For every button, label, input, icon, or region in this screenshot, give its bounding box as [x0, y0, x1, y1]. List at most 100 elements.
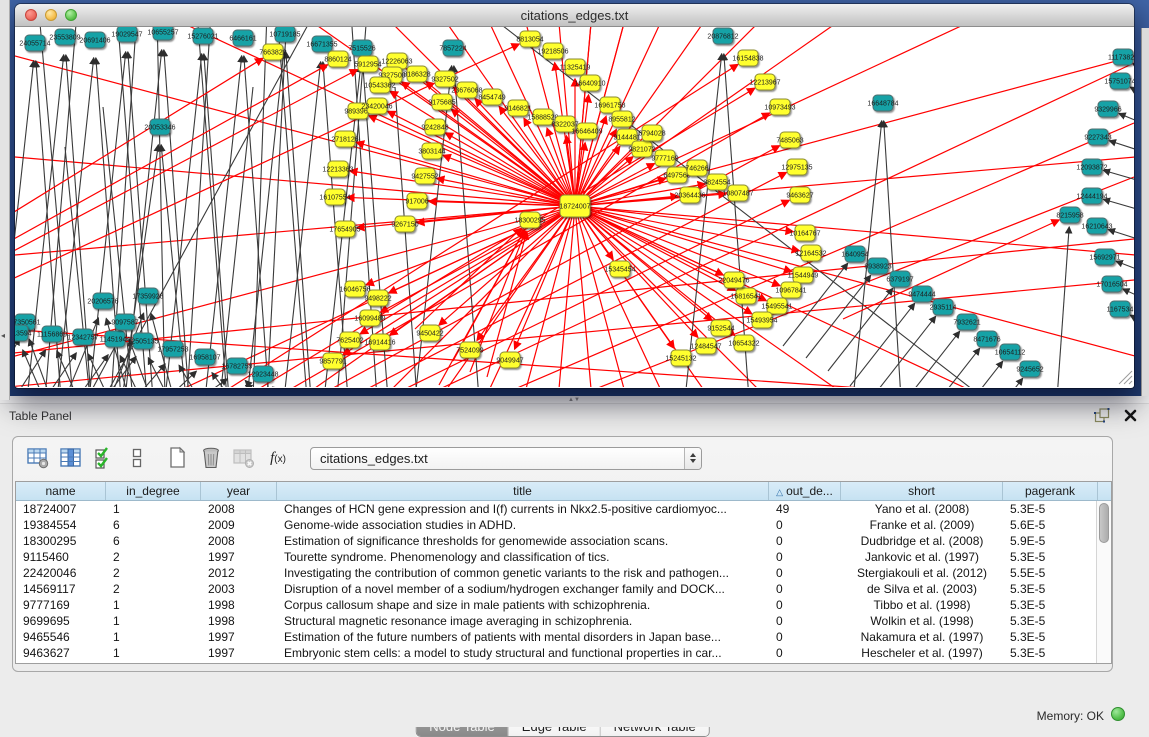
table-cell[interactable]: 22420046 — [16, 565, 106, 581]
table-cell[interactable]: 1998 — [201, 597, 277, 613]
table-cell[interactable]: Changes of HCN gene expression and I(f) … — [277, 501, 769, 517]
citation-edge-black[interactable] — [1119, 114, 1134, 125]
table-cell[interactable]: Estimation of the future numbers of pati… — [277, 629, 769, 645]
citation-edge-red[interactable] — [575, 206, 752, 314]
column-header-title[interactable]: title — [277, 482, 769, 500]
citation-edge-red[interactable] — [575, 27, 1134, 206]
table-cell[interactable]: 5.6E-5 — [1003, 517, 1098, 533]
network-canvas[interactable]: 2405571423553809206914061902954710655257… — [15, 27, 1134, 387]
table-cell[interactable]: 5.3E-5 — [1003, 645, 1098, 661]
table-cell[interactable]: 0 — [769, 517, 841, 533]
table-cell[interactable]: Embryonic stem cells: a model to study s… — [277, 645, 769, 661]
citation-edge-black[interactable] — [1057, 227, 1069, 387]
table-cell[interactable]: 2 — [106, 549, 201, 565]
table-cell[interactable]: Wolkin et al. (1998) — [841, 613, 1003, 629]
function-builder-button[interactable]: f(x) — [260, 450, 296, 467]
table-cell[interactable]: 5.3E-5 — [1003, 597, 1098, 613]
table-cell[interactable]: 1 — [106, 645, 201, 661]
select-all-button[interactable] — [87, 444, 120, 472]
close-panel-icon[interactable] — [1124, 409, 1137, 427]
column-header-pagerank[interactable]: pagerank — [1003, 482, 1098, 500]
table-cell[interactable]: 5.3E-5 — [1003, 613, 1098, 629]
column-header-short[interactable]: short — [841, 482, 1003, 500]
table-selector-dropdown[interactable]: citations_edges.txt — [310, 447, 702, 470]
column-visibility-button[interactable] — [54, 444, 87, 472]
citation-edge-red[interactable] — [575, 27, 1134, 206]
table-cell[interactable]: Tibbo et al. (1998) — [841, 597, 1003, 613]
citation-edge-black[interactable] — [204, 54, 229, 387]
table-cell[interactable]: Structural magnetic resonance image aver… — [277, 613, 769, 629]
citation-edge-red[interactable] — [445, 133, 575, 206]
table-cell[interactable]: Franke et al. (2009) — [841, 517, 1003, 533]
table-cell[interactable]: 1 — [106, 613, 201, 629]
citation-edge-black[interactable] — [1133, 64, 1134, 73]
table-cell[interactable]: 18724007 — [16, 501, 106, 517]
table-cell[interactable]: Disruption of a novel member of a sodium… — [277, 581, 769, 597]
table-cell[interactable]: 9699695 — [16, 613, 106, 629]
citation-edge-black[interactable] — [205, 56, 242, 387]
table-row[interactable]: 1938455462009Genome-wide association stu… — [16, 517, 1111, 533]
citation-edge-black[interactable] — [1104, 199, 1134, 212]
table-cell[interactable]: 2009 — [201, 517, 277, 533]
network-window-titlebar[interactable]: citations_edges.txt — [15, 4, 1134, 27]
citation-edge-black[interactable] — [1130, 87, 1134, 97]
citation-edge-black[interactable] — [806, 275, 871, 358]
dropdown-stepper-icon[interactable] — [684, 448, 701, 469]
citation-edge-red[interactable] — [575, 206, 735, 335]
citation-edge-black[interactable] — [286, 52, 311, 387]
table-cell[interactable]: 0 — [769, 597, 841, 613]
table-cell[interactable]: 2 — [106, 565, 201, 581]
table-cell[interactable]: 5.9E-5 — [1003, 533, 1098, 549]
split-pane-handle-icon[interactable]: ▲▼ — [567, 397, 581, 403]
network-graph[interactable]: 2405571423553809206914061902954710655257… — [15, 27, 1134, 387]
table-cell[interactable]: 1 — [106, 629, 201, 645]
citation-edge-black[interactable] — [884, 121, 901, 387]
column-header-year[interactable]: year — [201, 482, 277, 500]
table-row[interactable]: 946554611997Estimation of the future num… — [16, 629, 1111, 645]
table-row[interactable]: 969969511998Structural magnetic resonanc… — [16, 613, 1111, 629]
table-cell[interactable]: 1 — [106, 501, 201, 517]
table-cell[interactable]: 1997 — [201, 549, 277, 565]
column-header-name[interactable]: name — [16, 482, 106, 500]
close-window-icon[interactable] — [25, 9, 37, 21]
citation-edge-black[interactable] — [915, 348, 980, 387]
table-cell[interactable]: Stergiakouli et al. (2012) — [841, 565, 1003, 581]
table-cell[interactable]: de Silva et al. (2003) — [841, 581, 1003, 597]
table-cell[interactable]: Genome-wide association studies in ADHD. — [277, 517, 769, 533]
citation-edge-black[interactable] — [1116, 261, 1134, 273]
table-row[interactable]: 977716911998Corpus callosum shape and si… — [16, 597, 1111, 613]
table-cell[interactable]: 9777169 — [16, 597, 106, 613]
scrollbar-thumb[interactable] — [1099, 503, 1109, 543]
table-cell[interactable]: Dudbridge et al. (2008) — [841, 533, 1003, 549]
table-cell[interactable]: Hescheler et al. (1997) — [841, 645, 1003, 661]
float-panel-icon[interactable] — [1094, 408, 1110, 428]
citation-edge-black[interactable] — [122, 145, 158, 387]
citation-edge-black[interactable] — [199, 379, 227, 387]
table-cell[interactable]: Corpus callosum shape and size in male p… — [277, 597, 769, 613]
table-cell[interactable]: 6 — [106, 517, 201, 533]
table-row[interactable]: 1872400712008Changes of HCN gene express… — [16, 501, 1111, 517]
table-row[interactable]: 2242004622012Investigating the contribut… — [16, 565, 1111, 581]
table-row[interactable]: 911546021997Tourette syndrome. Phenomeno… — [16, 549, 1111, 565]
citation-edge-red[interactable] — [575, 27, 1070, 206]
table-cell[interactable]: 2 — [106, 581, 201, 597]
citation-edge-red[interactable] — [575, 206, 1070, 387]
citation-edge-red[interactable] — [389, 206, 575, 293]
table-cell[interactable]: Nakamura et al. (1997) — [841, 629, 1003, 645]
citation-edge-black[interactable] — [938, 361, 1003, 387]
citation-edge-black[interactable] — [1130, 315, 1134, 325]
table-cell[interactable]: 5.3E-5 — [1003, 629, 1098, 645]
citation-edge-black[interactable] — [850, 303, 915, 386]
zoom-window-icon[interactable] — [65, 9, 77, 21]
citation-edge-black[interactable] — [244, 56, 269, 387]
table-cell[interactable]: 0 — [769, 645, 841, 661]
minimize-window-icon[interactable] — [45, 9, 57, 21]
citation-edge-red[interactable] — [415, 228, 521, 329]
table-cell[interactable]: 0 — [769, 581, 841, 597]
collapse-left-arrow-icon[interactable]: ◂ — [1, 330, 9, 342]
column-header-in_degree[interactable]: in_degree — [106, 482, 201, 500]
table-cell[interactable]: Jankovic et al. (1997) — [841, 549, 1003, 565]
citation-edge-black[interactable] — [15, 339, 19, 387]
table-cell[interactable]: 5.3E-5 — [1003, 581, 1098, 597]
table-cell[interactable]: 9463627 — [16, 645, 106, 661]
